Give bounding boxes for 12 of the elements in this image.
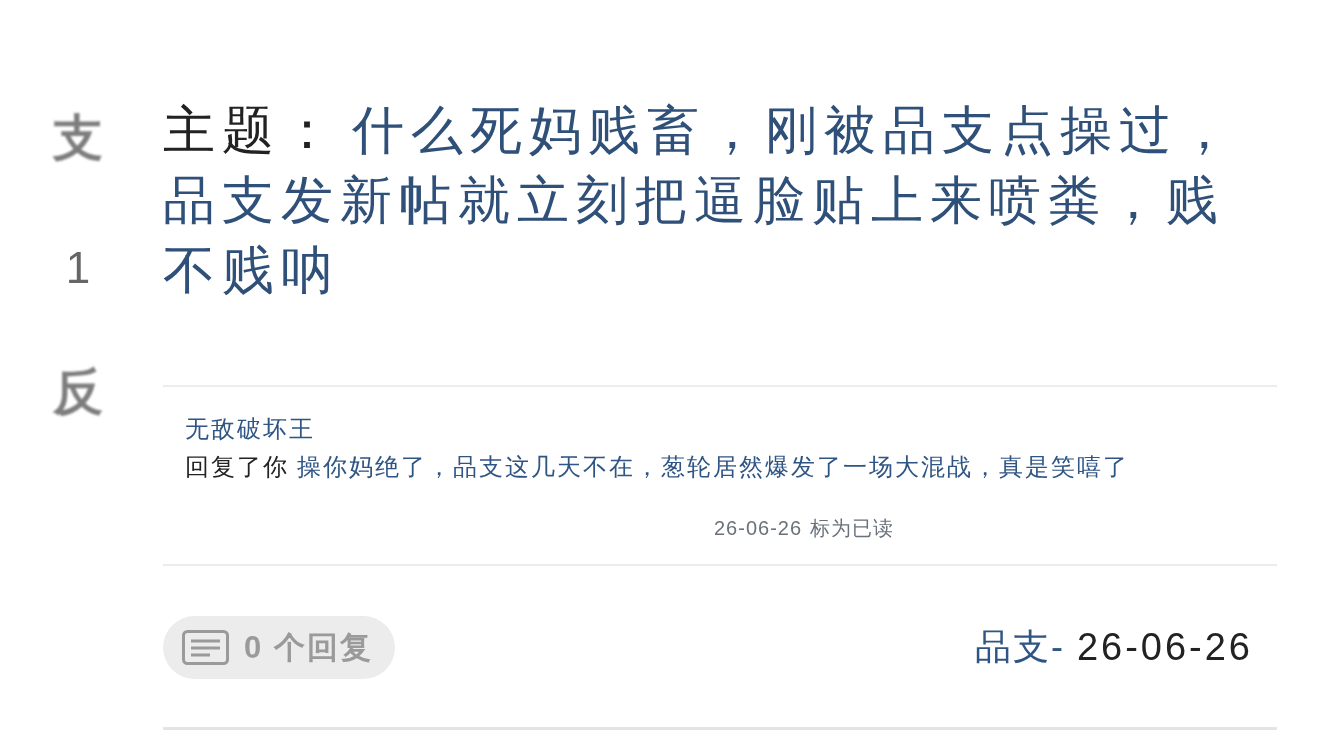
reply-action-text: 回复了你 — [185, 452, 289, 482]
oppose-vote-button[interactable]: 反 — [53, 362, 103, 422]
vote-score: 1 — [65, 243, 91, 293]
post-date: 26-06-26 — [1076, 626, 1253, 669]
post-author-link[interactable]: 品支- — [974, 623, 1065, 672]
reply-author-link[interactable]: 无敌破坏王 — [185, 414, 315, 444]
topic-title: 主题： 什么死妈贱畜，刚被品支点操过，品支发新帖就立刻把逼脸贴上来喷粪，贱不贱呐 — [163, 100, 1238, 301]
support-vote-button[interactable]: 支 — [53, 108, 103, 168]
reply-date: 26-06-26 — [714, 516, 803, 541]
mark-read-link[interactable]: 标为已读 — [810, 514, 895, 542]
reply-excerpt-link[interactable]: 操你妈绝了，品支这几天不在，葱轮居然爆发了一场大混战，真是笑嘻了 — [297, 452, 1129, 482]
comment-lines-icon — [182, 630, 229, 665]
